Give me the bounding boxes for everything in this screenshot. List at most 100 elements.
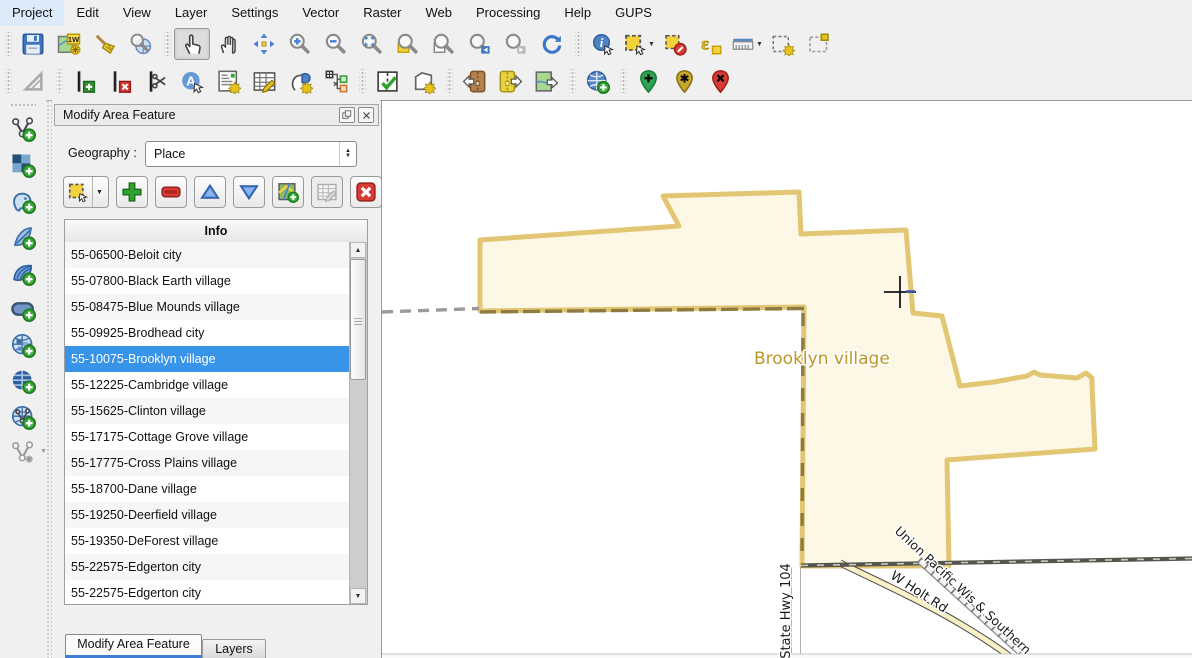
pin-star-button[interactable] [666,65,702,97]
tab-layers[interactable]: Layers [202,639,266,658]
export-map-button[interactable] [528,65,564,97]
add-mssql-layer-button[interactable] [5,256,41,290]
info-list-item[interactable]: 55-07800-Black Earth village [65,268,350,294]
info-list-item[interactable]: 55-10075-Brooklyn village [65,346,350,372]
geography-shapes-button[interactable] [282,65,318,97]
place-polygon[interactable] [480,192,1095,566]
menu-help[interactable]: Help [552,0,603,26]
info-list-item[interactable]: 55-12225-Cambridge village [65,372,350,398]
move-up-button[interactable] [194,176,226,208]
pan-hand-button[interactable] [210,28,246,60]
toolbar-group-handle[interactable] [569,69,576,93]
info-list-item[interactable]: 55-09925-Brodhead city [65,320,350,346]
toolbar-group-handle[interactable] [575,32,582,56]
info-list-item[interactable]: 55-19250-Deerfield village [65,502,350,528]
touch-identify-button[interactable] [174,28,210,60]
toolbar-group-handle[interactable] [56,69,63,93]
measure-button[interactable]: ▼ [729,28,765,60]
info-list-item[interactable]: 55-08475-Blue Mounds village [65,294,350,320]
info-list-item[interactable]: 55-18700-Dane village [65,476,350,502]
add-spatialite-layer-button[interactable] [5,220,41,254]
map-canvas[interactable]: Brooklyn village State Hwy 104 W Holt Rd… [381,100,1192,658]
delete-area-button[interactable] [350,176,382,208]
info-list-item[interactable]: 55-22575-Edgerton city [65,580,350,604]
pin-add-button[interactable] [630,65,666,97]
add-oracle-layer-button[interactable] [5,292,41,326]
scroll-down-icon[interactable]: ▼ [350,588,366,604]
validate-check-button[interactable] [369,65,405,97]
topology-nodes-button[interactable] [318,65,354,97]
toolbar-group-handle[interactable] [5,69,12,93]
info-list-item[interactable]: 55-17175-Cottage Grove village [65,424,350,450]
vertex-add-button[interactable] [66,65,102,97]
zoom-last-button[interactable] [462,28,498,60]
close-panel-button[interactable] [358,107,374,123]
combo-spinner-icon[interactable]: ▲▼ [339,142,356,166]
select-area-button[interactable]: ▼ [63,176,109,208]
dropdown-arrow-icon[interactable]: ▼ [92,177,106,207]
info-list-item[interactable]: 55-15625-Clinton village [65,398,350,424]
export-zip-button[interactable] [492,65,528,97]
dropdown-arrow-icon[interactable]: ▼ [648,41,655,48]
deselect-features-button[interactable] [657,28,693,60]
add-vector-layer-button[interactable] [5,112,41,146]
toolbar-group-handle[interactable] [164,32,171,56]
float-panel-button[interactable] [339,107,355,123]
bookmark-show-button[interactable] [801,28,837,60]
form-view-button[interactable] [210,65,246,97]
tab-modify-area-feature[interactable]: Modify Area Feature [65,634,202,658]
info-list-item[interactable]: 55-22575-Edgerton city [65,554,350,580]
menu-gups[interactable]: GUPS [603,0,664,26]
toolbar-group-handle[interactable] [620,69,627,93]
info-list-item[interactable]: 55-19350-DeForest village [65,528,350,554]
pan-selection-button[interactable] [246,28,282,60]
move-down-button[interactable] [233,176,265,208]
select-expression-button[interactable]: ε [693,28,729,60]
info-list-item[interactable]: 55-06500-Beloit city [65,242,350,268]
dropdown-arrow-icon[interactable]: ▼ [756,41,763,48]
toolbar-group-handle[interactable] [446,69,453,93]
panel-titlebar[interactable]: Modify Area Feature [54,104,379,126]
vertex-delete-button[interactable] [102,65,138,97]
import-zip-button[interactable] [456,65,492,97]
identify-features-button[interactable]: i [585,28,621,60]
menu-layer[interactable]: Layer [163,0,220,26]
menu-view[interactable]: View [111,0,163,26]
remove-area-button[interactable] [155,176,187,208]
label-select-button[interactable]: A [174,65,210,97]
zoom-next-button[interactable] [498,28,534,60]
scroll-up-icon[interactable]: ▲ [350,242,366,258]
zoom-in-button[interactable] [282,28,318,60]
line-split-button[interactable] [138,65,174,97]
toolbar-group-handle[interactable] [5,32,12,56]
geography-select[interactable]: Place ▲▼ [145,141,357,167]
add-raster-layer-button[interactable] [5,148,41,182]
add-postgis-layer-button[interactable] [5,184,41,218]
save-button[interactable] [15,28,51,60]
zoom-out-button[interactable] [318,28,354,60]
toolbar-group-handle[interactable] [359,69,366,93]
polygon-eraser-button[interactable] [405,65,441,97]
add-wms-layer-button[interactable] [5,328,41,362]
globe-search-button[interactable] [123,28,159,60]
refresh-button[interactable] [534,28,570,60]
add-wcs-layer-button[interactable] [5,364,41,398]
add-wfs-layer-button[interactable] [5,400,41,434]
menu-project[interactable]: Project [0,0,64,26]
add-web-layer-button[interactable] [579,65,615,97]
pin-delete-button[interactable] [702,65,738,97]
attribute-edit-button[interactable] [246,65,282,97]
bookmark-new-button[interactable] [765,28,801,60]
map-1w-button[interactable]: 1W [51,28,87,60]
menu-vector[interactable]: Vector [290,0,351,26]
add-area-button[interactable] [116,176,148,208]
add-map-layer-button[interactable] [272,176,304,208]
menu-edit[interactable]: Edit [64,0,110,26]
scrollbar[interactable]: ▲ ▼ [349,242,367,604]
zoom-layer-button[interactable] [426,28,462,60]
toolbar-drag-handle[interactable] [10,103,36,108]
menu-raster[interactable]: Raster [351,0,413,26]
zoom-full-button[interactable] [354,28,390,60]
clean-broom-button[interactable] [87,28,123,60]
menu-processing[interactable]: Processing [464,0,552,26]
